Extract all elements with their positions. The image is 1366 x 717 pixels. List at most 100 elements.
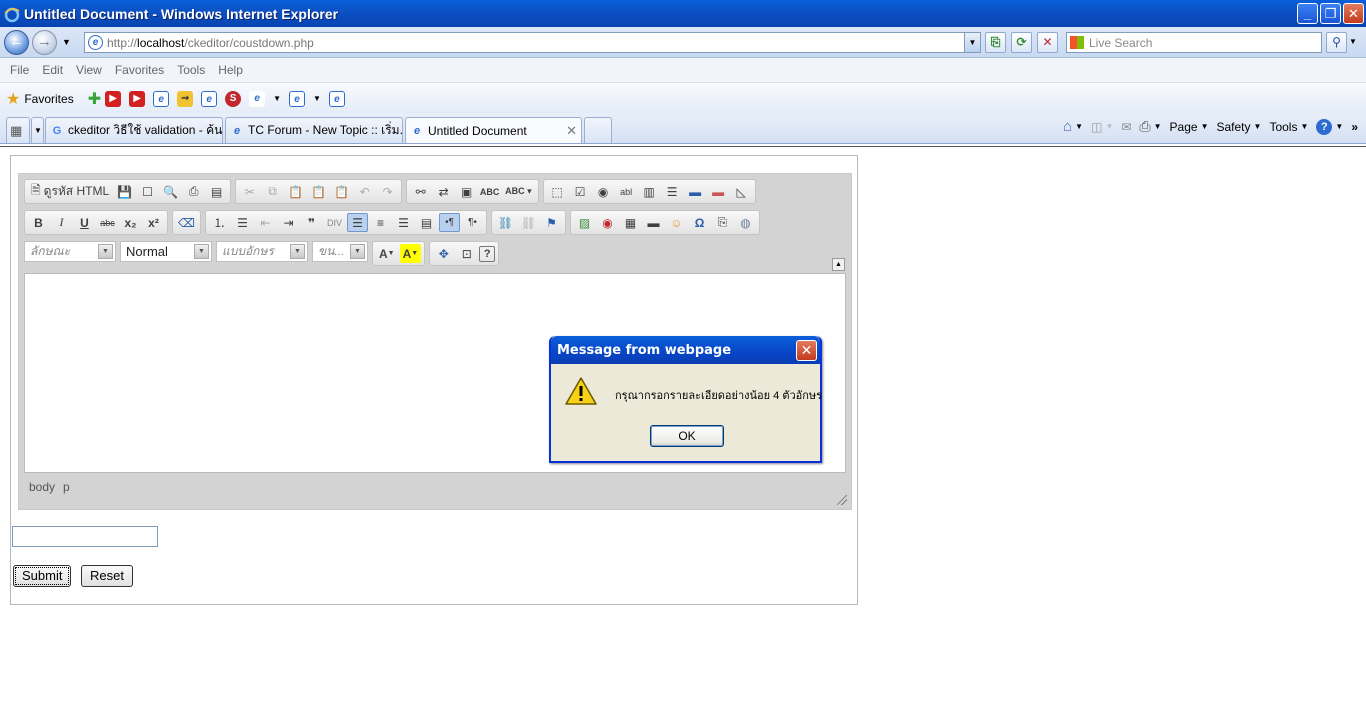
youtube-icon-2[interactable]: ▶ [129, 90, 146, 107]
add-favorite-icon[interactable]: ✚ [88, 89, 101, 109]
iframe-icon[interactable]: ◍ [735, 213, 756, 232]
ie-gallery-icon[interactable]: e [249, 90, 266, 107]
path-body[interactable]: body [29, 480, 55, 494]
favorites-label[interactable]: Favorites [24, 92, 73, 106]
button-field-icon[interactable]: ▬ [685, 182, 706, 201]
favorites-star-icon[interactable]: ★ [6, 89, 20, 109]
more-commands-icon[interactable]: » [1351, 120, 1358, 134]
text-color-icon[interactable]: A ▼ [376, 244, 398, 263]
copy-icon[interactable]: ⧉ [262, 182, 283, 201]
refresh-icon[interactable]: ⟳ [1011, 32, 1032, 53]
paste-icon[interactable]: 📋 [285, 182, 306, 201]
new-page-icon[interactable]: ☐ [137, 182, 158, 201]
source-button[interactable]: 🗎 ดูรหัส HTML [28, 182, 112, 201]
blockquote-icon[interactable]: ❞ [301, 213, 322, 232]
quick-tabs-button[interactable]: ▦ [6, 117, 30, 143]
resize-handle-icon[interactable] [837, 495, 847, 505]
site-logo-icon[interactable]: S [225, 90, 242, 107]
smiley-icon[interactable]: ☺ [666, 213, 687, 232]
special-char-icon[interactable]: Ω [689, 213, 710, 232]
close-window-button[interactable]: ✕ [1343, 3, 1364, 24]
feeds-button[interactable]: ◫ ▼ [1091, 120, 1113, 134]
menu-file[interactable]: File [10, 63, 29, 77]
page-menu[interactable]: Page ▼ [1170, 120, 1209, 134]
close-tab-icon[interactable]: ✕ [560, 123, 577, 139]
ie-page-icon-2[interactable]: e [201, 90, 218, 107]
select-all-icon[interactable]: ▣ [456, 182, 477, 201]
format-combo[interactable]: Normal ▼ [120, 241, 212, 262]
bulleted-list-icon[interactable]: ☰ [232, 213, 253, 232]
image-icon[interactable]: ▨ [574, 213, 595, 232]
numbered-list-icon[interactable]: ⒈ [209, 213, 230, 232]
form-icon[interactable]: ⬚ [547, 182, 568, 201]
submit-button[interactable]: Submit [13, 565, 72, 587]
textfield-icon[interactable]: abl [616, 182, 637, 201]
unlink-icon[interactable]: ⛓ [518, 213, 539, 232]
underline-icon[interactable]: U [74, 213, 95, 232]
menu-help[interactable]: Help [218, 63, 243, 77]
subscript-icon[interactable]: x₂ [120, 213, 141, 232]
align-left-icon[interactable]: ☰ [347, 213, 368, 232]
cut-icon[interactable]: ✂ [239, 182, 260, 201]
back-button[interactable]: ← [4, 30, 29, 55]
flash-icon[interactable]: ◉ [597, 213, 618, 232]
undo-icon[interactable]: ↶ [354, 182, 375, 201]
menu-favorites[interactable]: Favorites [115, 63, 164, 77]
font-size-combo[interactable]: ขน... ▼ [312, 241, 368, 262]
address-dropdown-icon[interactable]: ▼ [964, 33, 980, 52]
save-icon[interactable]: 💾 [114, 182, 135, 201]
templates-icon[interactable]: ▤ [206, 182, 227, 201]
superscript-icon[interactable]: x² [143, 213, 164, 232]
paste-word-icon[interactable]: 📋 [331, 182, 352, 201]
print-button[interactable]: ⎙ ▼ [1139, 118, 1161, 135]
tools-menu[interactable]: Tools ▼ [1269, 120, 1308, 134]
help-menu[interactable]: ? ▼ [1316, 118, 1343, 135]
search-options-dropdown[interactable]: ▼ [1349, 37, 1357, 46]
link-icon[interactable]: ⛓ [495, 213, 516, 232]
ie-page-icon[interactable]: e [153, 90, 170, 107]
font-combo[interactable]: แบบอักษร ▼ [216, 241, 308, 262]
anchor-icon[interactable]: ⚑ [541, 213, 562, 232]
stop-icon[interactable]: ✕ [1037, 32, 1058, 53]
indent-icon[interactable]: ⇥ [278, 213, 299, 232]
menu-view[interactable]: View [76, 63, 102, 77]
page-break-icon[interactable]: ⎘ [712, 213, 733, 232]
horizontal-rule-icon[interactable]: ▬ [643, 213, 664, 232]
reset-button[interactable]: Reset [81, 565, 133, 587]
paste-text-icon[interactable]: 📋 [308, 182, 329, 201]
italic-icon[interactable]: I [51, 213, 72, 232]
rtl-icon[interactable]: ¶• [462, 213, 483, 232]
remove-format-icon[interactable]: ⌫ [176, 213, 197, 232]
outdent-icon[interactable]: ⇤ [255, 213, 276, 232]
select-field-icon[interactable]: ☰ [662, 182, 683, 201]
minimize-button[interactable]: _ [1297, 3, 1318, 24]
search-icon[interactable]: ⚲ [1326, 32, 1347, 53]
compatibility-view-icon[interactable]: ⎘ [985, 32, 1006, 53]
maximize-icon[interactable]: ✥ [433, 244, 454, 263]
tab-untitled-document[interactable]: e Untitled Document ✕ [405, 117, 582, 143]
div-icon[interactable]: DIV [324, 213, 345, 232]
ok-button[interactable]: OK [650, 425, 724, 447]
menu-edit[interactable]: Edit [42, 63, 63, 77]
toolbar-collapse-icon[interactable]: ▲ [832, 258, 845, 271]
checkbox-icon[interactable]: ☑ [570, 182, 591, 201]
page-dropdown-icon[interactable]: ▼ [313, 94, 321, 103]
radio-icon[interactable]: ◉ [593, 182, 614, 201]
read-mail-button[interactable]: ✉ [1121, 120, 1131, 134]
preview-icon[interactable]: 🔍 [160, 182, 181, 201]
align-right-icon[interactable]: ☰ [393, 213, 414, 232]
styles-combo[interactable]: ลักษณะ ▼ [24, 241, 116, 262]
ie-page-icon-4[interactable]: e [328, 90, 345, 107]
web-slice-icon[interactable]: ⇝ [177, 90, 194, 107]
menu-tools[interactable]: Tools [177, 63, 205, 77]
tab-list-button[interactable]: ▼ [31, 117, 44, 143]
background-color-icon[interactable]: A ▼ [399, 244, 422, 263]
path-p[interactable]: p [63, 480, 70, 494]
hidden-field-icon[interactable]: ◺ [731, 182, 752, 201]
search-box[interactable]: Live Search [1066, 32, 1322, 53]
align-center-icon[interactable]: ≡ [370, 213, 391, 232]
strike-icon[interactable]: abc [97, 213, 118, 232]
show-blocks-icon[interactable]: ⊡ [456, 244, 477, 263]
redo-icon[interactable]: ↷ [377, 182, 398, 201]
dialog-close-button[interactable]: ✕ [796, 340, 817, 361]
